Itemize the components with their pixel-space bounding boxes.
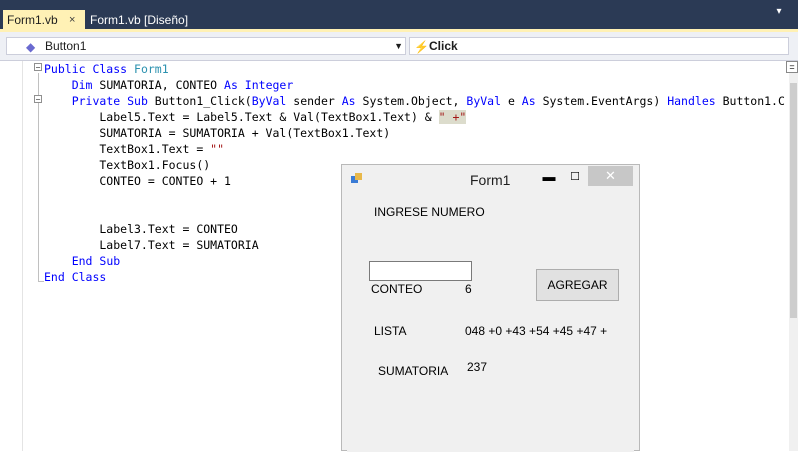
form-titlebar[interactable]: Form1 ▬ ☐ ✕ — [342, 165, 639, 193]
split-editor-icon[interactable]: = — [786, 61, 798, 73]
code-line[interactable]: Public Class Form1 — [44, 61, 169, 77]
code-token: System.Object, — [362, 94, 467, 108]
code-token: Label3.Text = CONTEO — [44, 222, 238, 236]
code-token: " +" — [438, 110, 467, 124]
tab-form1-design[interactable]: Form1.vb [Diseño] — [86, 10, 194, 30]
code-token: "" — [210, 142, 225, 156]
close-icon[interactable]: × — [69, 10, 75, 30]
code-token: SUMATORIA = SUMATORIA + Val(TextBox1.Tex… — [44, 126, 391, 140]
code-token: Label7.Text = SUMATORIA — [44, 238, 259, 252]
code-token: TextBox1.Text = — [44, 142, 211, 156]
code-line[interactable]: SUMATORIA = SUMATORIA + Val(TextBox1.Tex… — [44, 125, 390, 141]
code-token: e — [507, 94, 522, 108]
code-line[interactable]: Private Sub Button1_Click(ByVal sender A… — [44, 93, 785, 109]
sumatoria-label: SUMATORIA — [378, 364, 449, 378]
event-combobox-value: Click — [429, 39, 458, 53]
code-token: As — [341, 94, 363, 108]
conteo-label: CONTEO — [371, 282, 423, 296]
code-token: Handles — [667, 94, 723, 108]
conteo-value: 6 — [465, 282, 472, 296]
code-token: sender — [293, 94, 342, 108]
code-token: As Integer — [224, 78, 294, 92]
code-token: Form1 — [134, 62, 169, 76]
gutter-separator — [22, 61, 23, 451]
code-token: Label5.Text = Label5.Text & Val(TextBox1… — [44, 110, 439, 124]
form-app-icon — [351, 173, 363, 185]
code-line[interactable]: Label5.Text = Label5.Text & Val(TextBox1… — [44, 109, 467, 125]
code-token: End Sub — [71, 254, 121, 268]
code-line[interactable]: End Class — [44, 269, 106, 285]
close-button[interactable]: ✕ — [588, 166, 633, 186]
code-token: End Class — [44, 270, 107, 284]
tab-overflow-icon[interactable]: ▾ — [772, 4, 786, 20]
minimize-button[interactable]: ▬ — [538, 167, 560, 187]
code-token: SUMATORIA, CONTEO — [99, 78, 225, 92]
navigation-bar: ◆ Button1 ▼ ⚡ Click — [0, 32, 798, 61]
collapse-class-icon[interactable]: − — [34, 63, 42, 72]
code-token: Button1_Click( — [154, 94, 252, 108]
object-combobox-value: Button1 — [45, 39, 87, 53]
document-tab-bar: Form1.vb × Form1.vb [Diseño] ▾ — [0, 0, 798, 30]
prompt-label: INGRESE NUMERO — [374, 205, 485, 219]
object-combobox[interactable]: ◆ Button1 ▼ — [6, 37, 406, 55]
event-combobox[interactable]: ⚡ Click — [409, 37, 789, 55]
code-token: System.EventArgs) — [542, 94, 668, 108]
form-client-area: INGRESE NUMERO AGREGAR CONTEO 6 LISTA 04… — [347, 193, 634, 452]
tab-label: Form1.vb [Diseño] — [90, 13, 189, 27]
maximize-button[interactable]: ☐ — [564, 167, 586, 187]
code-line[interactable]: CONTEO = CONTEO + 1 — [44, 173, 231, 189]
code-token: Public Class — [44, 62, 135, 76]
form-title: Form1 — [470, 172, 511, 188]
agregar-button[interactable]: AGREGAR — [536, 269, 619, 301]
sumatoria-value: 237 — [467, 360, 488, 374]
code-line[interactable]: TextBox1.Focus() — [44, 157, 210, 173]
lightning-event-icon: ⚡ — [414, 40, 429, 54]
lista-value: 048 +0 +43 +54 +45 +47 + — [465, 324, 608, 338]
code-token: ByVal — [466, 94, 508, 108]
code-token: Button1.C — [722, 94, 785, 108]
tab-form1-vb[interactable]: Form1.vb × — [3, 10, 85, 30]
collapse-sub-icon[interactable]: − — [34, 95, 42, 104]
form1-window: Form1 ▬ ☐ ✕ INGRESE NUMERO AGREGAR CONTE… — [341, 164, 640, 452]
lista-label: LISTA — [374, 324, 407, 338]
code-token: As — [521, 94, 543, 108]
code-line[interactable]: Dim SUMATORIA, CONTEO As Integer — [44, 77, 294, 93]
code-token: Private Sub — [71, 94, 155, 108]
tab-label: Form1.vb — [7, 13, 58, 27]
vertical-scrollbar[interactable] — [789, 61, 798, 451]
code-line[interactable]: End Sub — [44, 253, 120, 269]
code-line[interactable]: TextBox1.Text = "" — [44, 141, 224, 157]
code-token: ByVal — [251, 94, 294, 108]
scrollbar-thumb[interactable] — [790, 83, 797, 318]
class-member-icon: ◆ — [26, 40, 36, 54]
outline-line — [38, 73, 39, 281]
code-line[interactable]: Label3.Text = CONTEO — [44, 221, 238, 237]
code-token: TextBox1.Focus() — [44, 158, 211, 172]
code-token: Dim — [71, 78, 100, 92]
code-line[interactable]: Label7.Text = SUMATORIA — [44, 237, 259, 253]
chevron-down-icon[interactable]: ▼ — [394, 38, 403, 54]
number-input[interactable] — [369, 261, 472, 281]
code-token: CONTEO = CONTEO + 1 — [44, 174, 231, 188]
